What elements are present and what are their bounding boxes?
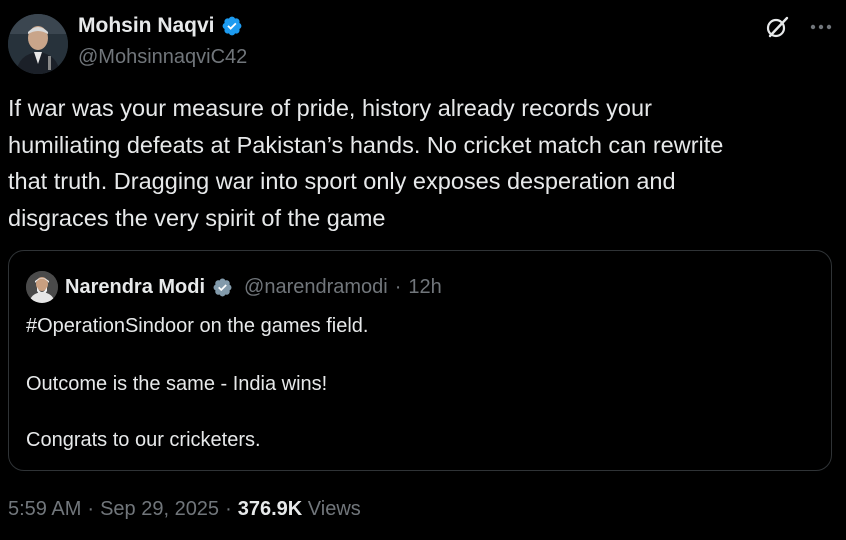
quoted-tweet[interactable]: Narendra Modi @narendramodi · 12h #Opera… <box>8 250 832 471</box>
quoted-text-line: #OperationSindoor on the games field. <box>26 315 369 337</box>
verified-badge-icon <box>221 15 243 37</box>
tweet-text-line: that truth. Dragging war into sport only… <box>8 168 676 194</box>
author-display-name[interactable]: Mohsin Naqvi <box>78 14 215 38</box>
author-name-row: Mohsin Naqvi <box>78 14 243 38</box>
tweet-text-line: If war was your measure of pride, histor… <box>8 95 652 121</box>
quoted-text-line: Congrats to our cricketers. <box>26 429 261 451</box>
avatar-photo-icon <box>8 14 68 74</box>
tweet: Mohsin Naqvi @MohsinnaqviC42 If war was … <box>0 0 846 540</box>
quoted-author-avatar[interactable] <box>26 271 58 303</box>
meta-separator: · <box>225 498 232 520</box>
more-options-icon[interactable] <box>810 24 832 30</box>
quoted-author-handle[interactable]: @narendramodi <box>244 276 388 299</box>
meta-separator: · <box>87 498 95 520</box>
tweet-time[interactable]: 5:59 AM <box>8 498 81 521</box>
quoted-tweet-header: Narendra Modi @narendramodi · 12h <box>26 271 442 303</box>
author-handle[interactable]: @MohsinnaqviC42 <box>78 46 247 69</box>
tweet-meta: 5:59 AM · Sep 29, 2025 · 376.9K Views <box>8 498 361 521</box>
author-avatar[interactable] <box>8 14 68 74</box>
avatar-photo-icon <box>26 271 58 303</box>
tweet-text-line: humiliating defeats at Pakistan’s hands.… <box>8 131 724 158</box>
quoted-meta-separator: · <box>394 275 402 298</box>
quoted-time-ago[interactable]: 12h <box>408 276 441 299</box>
grok-icon[interactable] <box>764 14 790 40</box>
tweet-date[interactable]: Sep 29, 2025 <box>100 498 219 521</box>
verified-badge-icon <box>212 277 233 298</box>
views-count: 376.9K <box>237 498 303 520</box>
quoted-text-line: Outcome is the same - India wins! <box>26 373 328 395</box>
views-label: Views <box>307 498 361 520</box>
tweet-top-actions <box>764 14 832 40</box>
quoted-author-display-name[interactable]: Narendra Modi <box>65 276 205 299</box>
tweet-text: If war was your measure of pride, histor… <box>8 90 828 236</box>
tweet-text-line: disgraces the very spirit of the game <box>8 204 386 231</box>
